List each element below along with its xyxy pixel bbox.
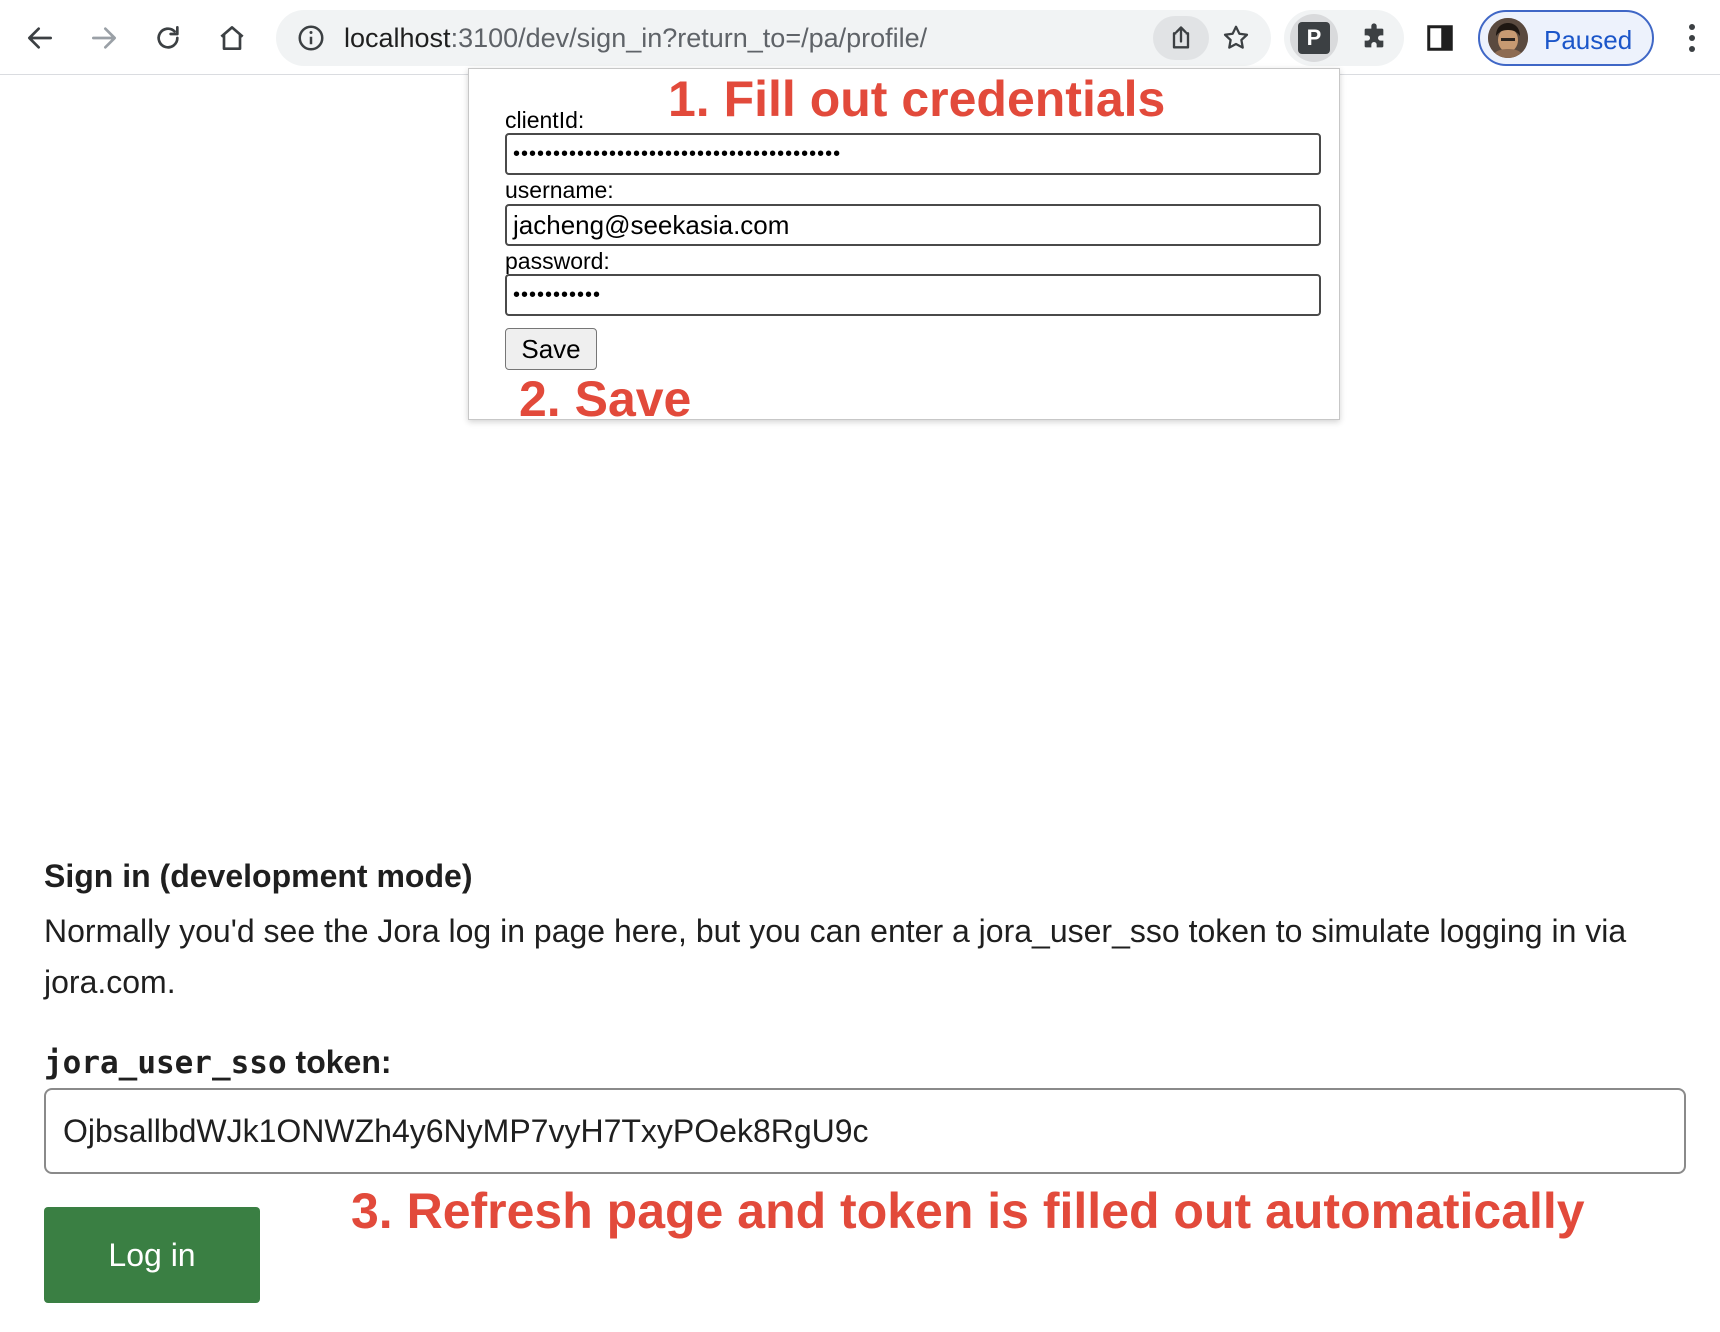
token-label-code: jora_user_sso	[44, 1045, 287, 1081]
annotation-step-1: 1. Fill out credentials	[668, 71, 1166, 127]
profile-button[interactable]: Paused	[1478, 10, 1654, 66]
reload-icon[interactable]	[148, 18, 188, 58]
username-field[interactable]: jacheng@seekasia.com	[505, 204, 1321, 246]
extension-p-letter: P	[1298, 22, 1330, 54]
token-input[interactable]: OjbsallbdWJk1ONWZh4y6NyMP7vyH7TxyPOek8Rg…	[44, 1088, 1686, 1174]
username-label: username:	[505, 177, 614, 203]
extension-p-icon[interactable]: P	[1290, 14, 1338, 62]
annotation-step-2: 2. Save	[519, 371, 692, 427]
annotation-step-3: 3. Refresh page and token is filled out …	[351, 1183, 1585, 1239]
browser-toolbar: localhost:3100/dev/sign_in?return_to=/pa…	[0, 0, 1720, 75]
more-menu-icon[interactable]	[1672, 18, 1712, 58]
profile-status: Paused	[1544, 25, 1633, 55]
page-title: Sign in (development mode)	[44, 858, 473, 894]
forward-arrow-icon[interactable]	[84, 18, 124, 58]
token-label: jora_user_sso token:	[44, 1044, 392, 1081]
avatar	[1488, 18, 1528, 58]
address-bar[interactable]: localhost:3100/dev/sign_in?return_to=/pa…	[276, 10, 1271, 66]
side-panel-icon[interactable]	[1420, 18, 1460, 58]
url-host: localhost	[344, 23, 451, 53]
login-button[interactable]: Log in	[44, 1207, 260, 1303]
client-id-field[interactable]: ••••••••••••••••••••••••••••••••••••••••…	[505, 133, 1321, 175]
back-arrow-icon[interactable]	[20, 18, 60, 58]
home-icon[interactable]	[212, 18, 252, 58]
token-label-text: token:	[286, 1044, 392, 1080]
bookmark-star-icon[interactable]	[1214, 16, 1258, 60]
save-button[interactable]: Save	[505, 328, 597, 370]
url-text[interactable]: localhost:3100/dev/sign_in?return_to=/pa…	[344, 24, 927, 52]
share-icon[interactable]	[1153, 16, 1209, 60]
password-field[interactable]: •••••••••••	[505, 274, 1321, 316]
client-id-label: clientId:	[505, 107, 585, 133]
url-path: :3100/dev/sign_in?return_to=/pa/profile/	[450, 23, 928, 53]
site-info-icon[interactable]	[296, 23, 326, 53]
password-label: password:	[505, 248, 610, 274]
page-description: Normally you'd see the Jora log in page …	[44, 913, 1627, 1000]
extensions-puzzle-icon[interactable]	[1354, 18, 1394, 58]
